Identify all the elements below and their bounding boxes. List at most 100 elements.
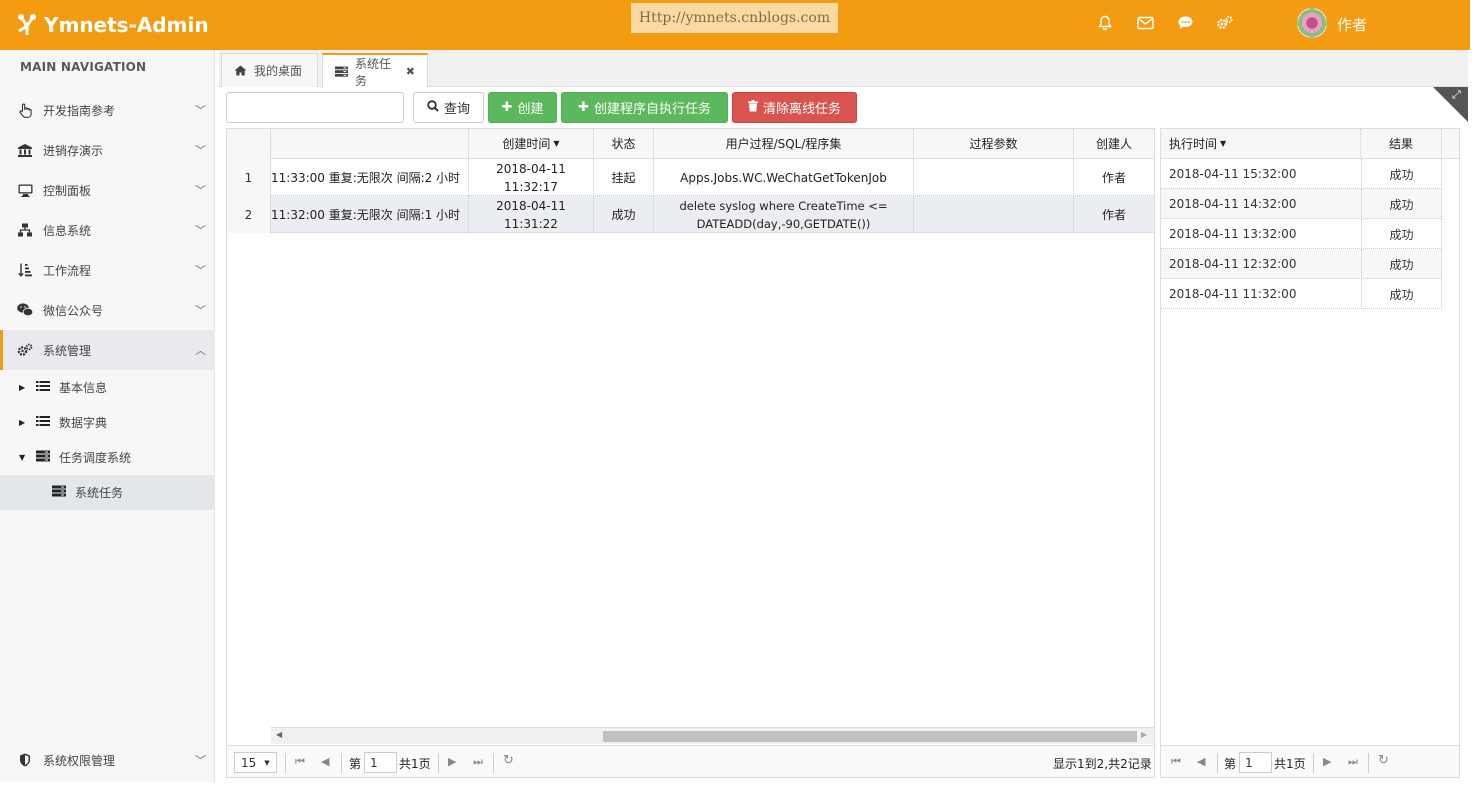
first-page-icon[interactable]: ⏮ <box>295 755 305 769</box>
divider <box>438 753 439 773</box>
expand-icon[interactable]: ⤢ <box>1452 88 1461 102</box>
table-row[interactable]: 1 11:33:00 重复:无限次 间隔:2 小时 2018-04-11 11:… <box>227 159 1154 196</box>
sidebar-subitem-job-scheduler[interactable]: ▼ 任务调度系统 <box>0 440 215 475</box>
sidebar-subitem-data-dictionary[interactable]: ▶ 数据字典 <box>0 405 215 440</box>
search-input[interactable] <box>226 92 404 123</box>
column-header-params[interactable]: 过程参数 <box>914 129 1074 159</box>
hand-pointer-icon <box>17 102 33 118</box>
table-row[interactable]: 2 11:32:00 重复:无限次 间隔:1 小时 2018-04-11 11:… <box>227 196 1154 233</box>
tab-desktop[interactable]: 我的桌面 <box>221 53 318 87</box>
chevron-down-icon: ﹀ <box>195 754 206 767</box>
cell-exec-time: 2018-04-11 13:32:00 <box>1169 227 1297 241</box>
cell-created-time: 2018-04-11 11:32:17 <box>469 159 594 196</box>
column-header-exec-time[interactable]: 执行时间 ▼ <box>1161 129 1361 159</box>
divider <box>1368 753 1369 773</box>
column-header-status[interactable]: 状态 <box>594 129 654 159</box>
column-header-procedure[interactable]: 用户过程/SQL/程序集 <box>654 129 914 159</box>
table-row[interactable]: 2018-04-11 13:32:00 成功 <box>1161 219 1442 249</box>
plus-icon: ✚ <box>501 100 513 115</box>
table-row[interactable]: 2018-04-11 14:32:00 成功 <box>1161 189 1442 219</box>
sidebar-subitem-label: 任务调度系统 <box>59 451 132 465</box>
sidebar-item-system-admin[interactable]: 系统管理 ︿ <box>0 330 215 370</box>
cell-creator: 作者 <box>1101 170 1126 185</box>
bell-icon[interactable] <box>1094 12 1116 34</box>
caret-down-icon: ▼ <box>19 453 26 462</box>
tab-label: 我的桌面 <box>254 64 303 78</box>
server-icon <box>36 450 50 465</box>
sidebar-subitem-system-jobs[interactable]: 系统任务 <box>0 475 215 510</box>
prev-page-icon[interactable]: ◀ <box>1197 755 1205 768</box>
table-row[interactable]: 2018-04-11 15:32:00 成功 <box>1161 159 1442 189</box>
horizontal-scrollbar[interactable]: ◀ ▶ <box>271 727 1154 744</box>
sidebar-subitem-basic-info[interactable]: ▶ 基本信息 <box>0 370 215 405</box>
cell-params <box>914 159 1074 196</box>
cell-result: 成功 <box>1361 249 1442 279</box>
refresh-icon[interactable]: ↻ <box>1378 753 1389 768</box>
next-page-icon[interactable]: ▶ <box>448 755 456 768</box>
column-header-trigger[interactable] <box>271 129 469 159</box>
scroll-right-icon[interactable]: ▶ <box>1141 730 1147 739</box>
cell-result: 成功 <box>1361 219 1442 249</box>
table-row[interactable]: 2018-04-11 11:32:00 成功 <box>1161 279 1442 309</box>
sidebar-item-permissions[interactable]: 系统权限管理 ﹀ <box>0 740 215 780</box>
created-date: 2018-04-11 <box>496 161 566 176</box>
page-size-value: 15 <box>241 755 257 770</box>
prev-page-icon[interactable]: ◀ <box>321 755 329 768</box>
tab-label: 系统任务 <box>355 56 392 88</box>
table-row[interactable]: 2018-04-11 12:32:00 成功 <box>1161 249 1442 279</box>
sitemap-icon <box>17 222 33 238</box>
sidebar-item-inventory[interactable]: 进销存演示 ﹀ <box>0 130 215 170</box>
first-page-icon[interactable]: ⏮ <box>1171 755 1181 769</box>
create-program-job-button[interactable]: ✚ 创建程序自执行任务 <box>561 92 728 123</box>
last-page-icon[interactable]: ⏭ <box>1348 755 1358 769</box>
scrollbar-thumb[interactable] <box>603 731 1137 742</box>
column-header-created-time[interactable]: 创建时间 ▼ <box>469 129 594 159</box>
column-header-creator[interactable]: 创建人 <box>1074 129 1154 159</box>
pagination: ⏮ ◀ 第 1 共1页 ▶ ⏭ ↻ <box>1161 745 1459 777</box>
create-label: 创建 <box>517 102 544 117</box>
page-number-value: 1 <box>370 755 378 770</box>
logo[interactable]: Ymnets-Admin <box>16 10 209 40</box>
trash-icon <box>747 99 758 116</box>
jobs-grid: 创建时间 ▼ 状态 用户过程/SQL/程序集 过程参数 创建人 1 11:33:0… <box>226 128 1155 778</box>
divider <box>285 753 286 773</box>
query-button[interactable]: 查询 <box>413 92 484 123</box>
sidebar-item-label: 微信公众号 <box>43 303 104 318</box>
page-number-input[interactable]: 1 <box>364 752 397 773</box>
refresh-icon[interactable]: ↻ <box>503 753 514 768</box>
cell-exec-time: 2018-04-11 15:32:00 <box>1169 167 1297 181</box>
create-button[interactable]: ✚ 创建 <box>488 92 557 123</box>
close-icon[interactable]: ✖ <box>406 65 415 78</box>
gears-icon[interactable] <box>1214 12 1236 34</box>
next-page-icon[interactable]: ▶ <box>1323 755 1331 768</box>
user-name[interactable]: 作者 <box>1337 14 1367 35</box>
sidebar-subitem-label: 系统任务 <box>75 486 124 500</box>
envelope-icon[interactable] <box>1134 12 1156 34</box>
desktop-icon <box>17 182 33 198</box>
last-page-icon[interactable]: ⏭ <box>473 755 483 769</box>
column-header-label: 执行时间 <box>1169 137 1218 151</box>
sidebar-item-dev-guide[interactable]: 开发指南参考 ﹀ <box>0 90 215 130</box>
clear-offline-jobs-button[interactable]: 清除离线任务 <box>732 92 857 123</box>
page-size-select[interactable]: 15 ▼ <box>234 752 277 773</box>
sidebar-item-info-system[interactable]: 信息系统 ﹀ <box>0 210 215 250</box>
search-icon <box>427 99 439 116</box>
scroll-left-icon[interactable]: ◀ <box>276 730 282 739</box>
chevron-up-icon: ︿ <box>195 344 206 357</box>
divider <box>1217 753 1218 773</box>
sidebar-item-control-panel[interactable]: 控制面板 ﹀ <box>0 170 215 210</box>
shield-icon <box>17 752 33 768</box>
fullscreen-toggle[interactable] <box>1433 87 1468 122</box>
sidebar-item-label: 控制面板 <box>43 183 92 198</box>
avatar[interactable] <box>1297 8 1327 38</box>
server-icon <box>52 485 66 500</box>
sidebar-item-workflow[interactable]: 工作流程 ﹀ <box>0 250 215 290</box>
home-icon <box>234 65 247 76</box>
page-number-input[interactable]: 1 <box>1239 752 1272 773</box>
sidebar-item-wechat[interactable]: 微信公众号 ﹀ <box>0 290 215 330</box>
tab-system-jobs[interactable]: 系统任务 ✖ <box>322 53 428 88</box>
column-header-label: 创建时间 <box>502 137 551 151</box>
divider <box>341 753 342 773</box>
chat-icon[interactable] <box>1174 12 1196 34</box>
column-header-result[interactable]: 结果 <box>1361 129 1442 159</box>
